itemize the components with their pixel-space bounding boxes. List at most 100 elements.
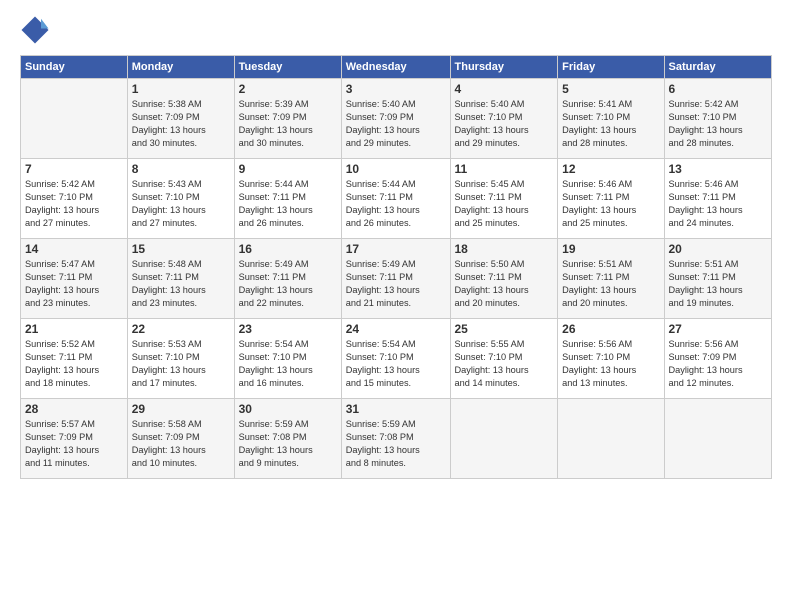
cell-content: Sunrise: 5:47 AMSunset: 7:11 PMDaylight:… xyxy=(25,258,123,310)
day-number: 31 xyxy=(346,402,446,416)
cell-content: Sunrise: 5:52 AMSunset: 7:11 PMDaylight:… xyxy=(25,338,123,390)
calendar-cell: 15 Sunrise: 5:48 AMSunset: 7:11 PMDayligh… xyxy=(127,239,234,319)
cell-content: Sunrise: 5:55 AMSunset: 7:10 PMDaylight:… xyxy=(455,338,554,390)
calendar-cell: 1Sunrise: 5:38 AMSunset: 7:09 PMDaylight… xyxy=(127,79,234,159)
day-number: 27 xyxy=(669,322,768,336)
cell-content: Sunrise: 5:42 AMSunset: 7:10 PMDaylight:… xyxy=(669,98,768,150)
day-number: 25 xyxy=(455,322,554,336)
calendar-cell: 5 Sunrise: 5:41 AMSunset: 7:10 PMDaylight… xyxy=(558,79,664,159)
calendar-cell: 24 Sunrise: 5:54 AMSunset: 7:10 PMDayligh… xyxy=(341,319,450,399)
calendar-cell: 26 Sunrise: 5:56 AMSunset: 7:10 PMDayligh… xyxy=(558,319,664,399)
cell-content: Sunrise: 5:45 AMSunset: 7:11 PMDaylight:… xyxy=(455,178,554,230)
day-number: 24 xyxy=(346,322,446,336)
calendar-cell xyxy=(450,399,558,479)
calendar-cell: 20 Sunrise: 5:51 AMSunset: 7:11 PMDayligh… xyxy=(664,239,772,319)
calendar-cell: 25 Sunrise: 5:55 AMSunset: 7:10 PMDayligh… xyxy=(450,319,558,399)
day-header-saturday: Saturday xyxy=(664,56,772,79)
cell-content: Sunrise: 5:57 AMSunset: 7:09 PMDaylight:… xyxy=(25,418,123,470)
calendar-cell: 2 Sunrise: 5:39 AMSunset: 7:09 PMDaylight… xyxy=(234,79,341,159)
day-header-tuesday: Tuesday xyxy=(234,56,341,79)
cell-content: Sunrise: 5:50 AMSunset: 7:11 PMDaylight:… xyxy=(455,258,554,310)
calendar-week-row: 28 Sunrise: 5:57 AMSunset: 7:09 PMDayligh… xyxy=(21,399,772,479)
cell-content: Sunrise: 5:42 AMSunset: 7:10 PMDaylight:… xyxy=(25,178,123,230)
day-number: 14 xyxy=(25,242,123,256)
calendar-cell: 6 Sunrise: 5:42 AMSunset: 7:10 PMDaylight… xyxy=(664,79,772,159)
calendar-cell: 12Sunrise: 5:46 AMSunset: 7:11 PMDayligh… xyxy=(558,159,664,239)
calendar-cell: 14 Sunrise: 5:47 AMSunset: 7:11 PMDayligh… xyxy=(21,239,128,319)
calendar-cell: 22Sunrise: 5:53 AMSunset: 7:10 PMDayligh… xyxy=(127,319,234,399)
day-header-wednesday: Wednesday xyxy=(341,56,450,79)
day-header-sunday: Sunday xyxy=(21,56,128,79)
day-header-friday: Friday xyxy=(558,56,664,79)
cell-content: Sunrise: 5:41 AMSunset: 7:10 PMDaylight:… xyxy=(562,98,659,150)
cell-content: Sunrise: 5:53 AMSunset: 7:10 PMDaylight:… xyxy=(132,338,230,390)
day-number: 3 xyxy=(346,82,446,96)
calendar-table: SundayMondayTuesdayWednesdayThursdayFrid… xyxy=(20,55,772,479)
calendar-header-row: SundayMondayTuesdayWednesdayThursdayFrid… xyxy=(21,56,772,79)
calendar-cell: 17 Sunrise: 5:49 AMSunset: 7:11 PMDayligh… xyxy=(341,239,450,319)
cell-content: Sunrise: 5:39 AMSunset: 7:09 PMDaylight:… xyxy=(239,98,337,150)
calendar-week-row: 7 Sunrise: 5:42 AMSunset: 7:10 PMDaylight… xyxy=(21,159,772,239)
calendar-week-row: 21 Sunrise: 5:52 AMSunset: 7:11 PMDayligh… xyxy=(21,319,772,399)
day-number: 7 xyxy=(25,162,123,176)
logo xyxy=(20,15,52,45)
cell-content: Sunrise: 5:56 AMSunset: 7:09 PMDaylight:… xyxy=(669,338,768,390)
cell-content: Sunrise: 5:49 AMSunset: 7:11 PMDaylight:… xyxy=(346,258,446,310)
day-number: 8 xyxy=(132,162,230,176)
day-header-thursday: Thursday xyxy=(450,56,558,79)
day-number: 23 xyxy=(239,322,337,336)
day-number: 21 xyxy=(25,322,123,336)
cell-content: Sunrise: 5:58 AMSunset: 7:09 PMDaylight:… xyxy=(132,418,230,470)
calendar-week-row: 14 Sunrise: 5:47 AMSunset: 7:11 PMDayligh… xyxy=(21,239,772,319)
day-number: 28 xyxy=(25,402,123,416)
calendar-cell: 8Sunrise: 5:43 AMSunset: 7:10 PMDaylight… xyxy=(127,159,234,239)
cell-content: Sunrise: 5:44 AMSunset: 7:11 PMDaylight:… xyxy=(346,178,446,230)
day-number: 2 xyxy=(239,82,337,96)
cell-content: Sunrise: 5:44 AMSunset: 7:11 PMDaylight:… xyxy=(239,178,337,230)
cell-content: Sunrise: 5:54 AMSunset: 7:10 PMDaylight:… xyxy=(239,338,337,390)
calendar-cell: 31 Sunrise: 5:59 AMSunset: 7:08 PMDayligh… xyxy=(341,399,450,479)
day-number: 13 xyxy=(669,162,768,176)
day-number: 4 xyxy=(455,82,554,96)
day-number: 5 xyxy=(562,82,659,96)
cell-content: Sunrise: 5:40 AMSunset: 7:10 PMDaylight:… xyxy=(455,98,554,150)
cell-content: Sunrise: 5:46 AMSunset: 7:11 PMDaylight:… xyxy=(669,178,768,230)
calendar-page: SundayMondayTuesdayWednesdayThursdayFrid… xyxy=(0,0,792,612)
calendar-cell: 21 Sunrise: 5:52 AMSunset: 7:11 PMDayligh… xyxy=(21,319,128,399)
calendar-cell: 4 Sunrise: 5:40 AMSunset: 7:10 PMDaylight… xyxy=(450,79,558,159)
day-number: 30 xyxy=(239,402,337,416)
calendar-week-row: 1Sunrise: 5:38 AMSunset: 7:09 PMDaylight… xyxy=(21,79,772,159)
calendar-cell: 27 Sunrise: 5:56 AMSunset: 7:09 PMDayligh… xyxy=(664,319,772,399)
cell-content: Sunrise: 5:49 AMSunset: 7:11 PMDaylight:… xyxy=(239,258,337,310)
cell-content: Sunrise: 5:54 AMSunset: 7:10 PMDaylight:… xyxy=(346,338,446,390)
day-number: 19 xyxy=(562,242,659,256)
calendar-cell xyxy=(664,399,772,479)
day-number: 17 xyxy=(346,242,446,256)
calendar-cell: 18 Sunrise: 5:50 AMSunset: 7:11 PMDayligh… xyxy=(450,239,558,319)
calendar-cell: 16Sunrise: 5:49 AMSunset: 7:11 PMDayligh… xyxy=(234,239,341,319)
day-number: 10 xyxy=(346,162,446,176)
calendar-cell xyxy=(558,399,664,479)
cell-content: Sunrise: 5:38 AMSunset: 7:09 PMDaylight:… xyxy=(132,98,230,150)
calendar-cell: 23 Sunrise: 5:54 AMSunset: 7:10 PMDayligh… xyxy=(234,319,341,399)
day-number: 18 xyxy=(455,242,554,256)
day-header-monday: Monday xyxy=(127,56,234,79)
day-number: 12 xyxy=(562,162,659,176)
day-number: 6 xyxy=(669,82,768,96)
calendar-cell: 13 Sunrise: 5:46 AMSunset: 7:11 PMDayligh… xyxy=(664,159,772,239)
cell-content: Sunrise: 5:51 AMSunset: 7:11 PMDaylight:… xyxy=(669,258,768,310)
day-number: 11 xyxy=(455,162,554,176)
day-number: 29 xyxy=(132,402,230,416)
cell-content: Sunrise: 5:48 AMSunset: 7:11 PMDaylight:… xyxy=(132,258,230,310)
day-number: 15 xyxy=(132,242,230,256)
day-number: 9 xyxy=(239,162,337,176)
day-number: 26 xyxy=(562,322,659,336)
calendar-cell: 28 Sunrise: 5:57 AMSunset: 7:09 PMDayligh… xyxy=(21,399,128,479)
calendar-cell: 3Sunrise: 5:40 AMSunset: 7:09 PMDaylight… xyxy=(341,79,450,159)
cell-content: Sunrise: 5:59 AMSunset: 7:08 PMDaylight:… xyxy=(346,418,446,470)
day-number: 20 xyxy=(669,242,768,256)
calendar-cell xyxy=(21,79,128,159)
calendar-cell: 9 Sunrise: 5:44 AMSunset: 7:11 PMDaylight… xyxy=(234,159,341,239)
cell-content: Sunrise: 5:56 AMSunset: 7:10 PMDaylight:… xyxy=(562,338,659,390)
calendar-cell: 11 Sunrise: 5:45 AMSunset: 7:11 PMDayligh… xyxy=(450,159,558,239)
